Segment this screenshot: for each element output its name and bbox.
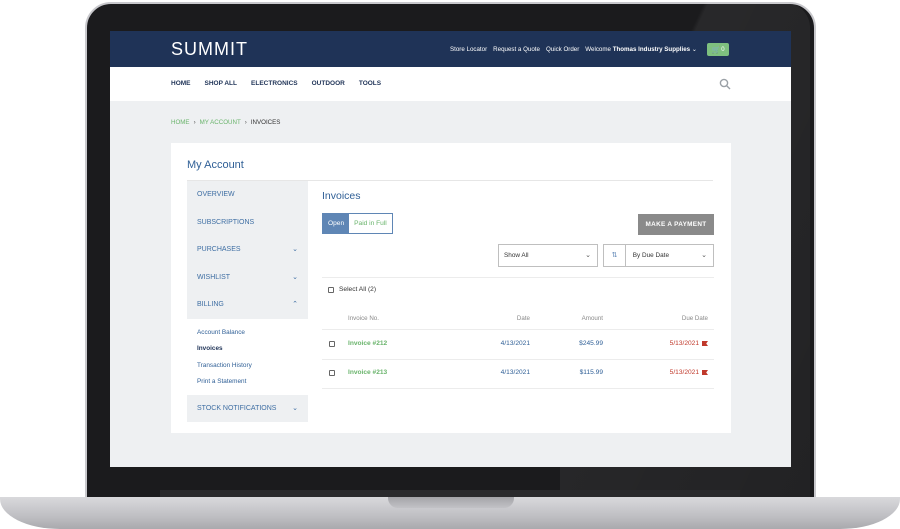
sidebar-item-label: BILLING xyxy=(197,301,224,308)
main-nav: HOME SHOP ALL ELECTRONICS OUTDOOR TOOLS xyxy=(110,67,791,101)
chevron-down-icon: ⌄ xyxy=(292,246,298,253)
flag-icon xyxy=(702,370,708,375)
chevron-down-icon: ⌄ xyxy=(701,252,707,259)
sort-select[interactable]: ⇅ By Due Date ⌄ xyxy=(603,244,714,267)
sidebar-item-purchases[interactable]: PURCHASES ⌄ xyxy=(187,236,308,264)
show-select[interactable]: Show All ⌄ xyxy=(498,244,598,267)
invoice-amount: $245.99 xyxy=(579,340,603,347)
breadcrumb-separator: › xyxy=(193,119,196,126)
invoice-date: 4/13/2021 xyxy=(500,340,530,347)
invoice-date: 4/13/2021 xyxy=(500,369,530,376)
due-date-value: 5/13/2021 xyxy=(669,369,699,376)
billing-submenu: Account Balance Invoices Transaction His… xyxy=(187,318,308,395)
flag-icon xyxy=(702,341,708,346)
make-payment-button[interactable]: MAKE A PAYMENT xyxy=(638,214,714,235)
row-checkbox[interactable] xyxy=(329,341,335,347)
select-all-checkbox[interactable] xyxy=(328,286,334,293)
account-panel: My Account OVERVIEW SUBSCRIPTIONS PURCHA… xyxy=(171,143,731,433)
top-bar: SUMMIT Store Locator Request a Quote Qui… xyxy=(110,31,791,67)
sidebar-item-stock-notifications[interactable]: STOCK NOTIFICATIONS ⌄ xyxy=(187,394,308,422)
page-title: My Account xyxy=(187,159,244,171)
laptop-notch xyxy=(388,497,514,508)
sidebar-item-label: WISHLIST xyxy=(197,273,231,281)
cart-button[interactable]: 🛒 0 xyxy=(707,43,729,56)
cart-count: 0 xyxy=(721,46,725,53)
account-name: Thomas Industry Supplies xyxy=(612,46,691,53)
invoice-link[interactable]: Invoice #213 xyxy=(348,369,387,376)
submenu-account-balance[interactable]: Account Balance xyxy=(197,325,308,342)
cart-icon: 🛒 xyxy=(711,46,721,54)
row-checkbox[interactable] xyxy=(329,370,335,376)
store-locator-link[interactable]: Store Locator xyxy=(450,46,487,53)
breadcrumb-current: INVOICES xyxy=(250,119,281,126)
header-invoice-no: Invoice No. xyxy=(348,315,379,322)
status-filter: Open Paid in Full xyxy=(322,213,393,234)
chevron-down-icon: ⌄ xyxy=(292,273,298,281)
invoice-due-date: 5/13/2021 xyxy=(670,340,708,347)
invoice-due-date: 5/13/2021 xyxy=(670,369,708,376)
brand-logo[interactable]: SUMMIT xyxy=(171,39,248,60)
filter-paid-button[interactable]: Paid in Full xyxy=(349,214,392,233)
screen: SUMMIT Store Locator Request a Quote Qui… xyxy=(110,31,791,467)
nav-shop-all[interactable]: SHOP ALL xyxy=(205,80,238,87)
due-date-value: 5/13/2021 xyxy=(669,340,699,347)
sort-select-value: By Due Date xyxy=(632,252,670,259)
sort-icon[interactable]: ⇅ xyxy=(604,245,626,266)
submenu-print-statement[interactable]: Print a Statement xyxy=(197,374,308,391)
breadcrumb-home[interactable]: HOME xyxy=(171,119,190,126)
sidebar-item-overview[interactable]: OVERVIEW xyxy=(187,181,308,209)
submenu-invoices[interactable]: Invoices xyxy=(197,341,308,358)
sidebar-item-label: OVERVIEW xyxy=(197,191,235,198)
header-date: Date xyxy=(516,315,530,322)
chevron-down-icon: ⌄ xyxy=(585,252,591,259)
nav-electronics[interactable]: ELECTRONICS xyxy=(251,80,298,87)
sidebar-item-subscriptions[interactable]: SUBSCRIPTIONS xyxy=(187,208,308,236)
chevron-up-icon: ⌃ xyxy=(292,301,298,308)
sidebar-item-label: PURCHASES xyxy=(197,246,241,253)
chevron-down-icon: ⌄ xyxy=(691,46,697,53)
filter-open-button[interactable]: Open xyxy=(323,214,350,233)
submenu-transaction-history[interactable]: Transaction History xyxy=(197,358,308,375)
sidebar-item-wishlist[interactable]: WISHLIST ⌄ xyxy=(187,263,308,291)
account-menu[interactable]: Welcome Thomas Industry Supplies ⌄ xyxy=(585,46,697,53)
nav-outdoor[interactable]: OUTDOOR xyxy=(312,80,345,87)
sidebar-item-label: SUBSCRIPTIONS xyxy=(197,218,255,226)
search-icon[interactable] xyxy=(719,78,731,90)
utility-links: Store Locator Request a Quote Quick Orde… xyxy=(450,43,729,56)
show-select-value: Show All xyxy=(504,252,529,259)
header-due-date: Due Date xyxy=(681,315,708,322)
select-all[interactable]: Select All (2) xyxy=(328,286,376,293)
sidebar-item-billing[interactable]: BILLING ⌃ xyxy=(187,291,308,319)
invoices-section: Invoices Open Paid in Full MAKE A PAYMEN… xyxy=(322,181,714,429)
chevron-down-icon: ⌄ xyxy=(292,404,298,412)
breadcrumb: HOME › MY ACCOUNT › INVOICES xyxy=(171,119,280,126)
section-title: Invoices xyxy=(322,190,361,202)
breadcrumb-separator: › xyxy=(244,119,247,126)
welcome-label: Welcome xyxy=(585,46,611,53)
header-amount: Amount xyxy=(581,315,603,322)
nav-home[interactable]: HOME xyxy=(171,80,191,87)
divider xyxy=(322,277,714,278)
divider xyxy=(322,388,714,389)
nav-tools[interactable]: TOOLS xyxy=(359,80,381,87)
request-quote-link[interactable]: Request a Quote xyxy=(493,46,540,53)
invoice-link[interactable]: Invoice #212 xyxy=(348,340,387,347)
table-row: Invoice #212 4/13/2021 $245.99 5/13/2021 xyxy=(322,330,714,359)
sidebar-item-label: STOCK NOTIFICATIONS xyxy=(197,404,277,412)
account-sidebar: OVERVIEW SUBSCRIPTIONS PURCHASES ⌄ WISHL… xyxy=(187,181,308,429)
breadcrumb-my-account[interactable]: MY ACCOUNT xyxy=(200,119,241,126)
invoice-amount: $115.99 xyxy=(579,369,603,376)
select-all-label: Select All (2) xyxy=(339,286,377,293)
table-row: Invoice #213 4/13/2021 $115.99 5/13/2021 xyxy=(322,359,714,388)
quick-order-link[interactable]: Quick Order xyxy=(546,46,579,53)
